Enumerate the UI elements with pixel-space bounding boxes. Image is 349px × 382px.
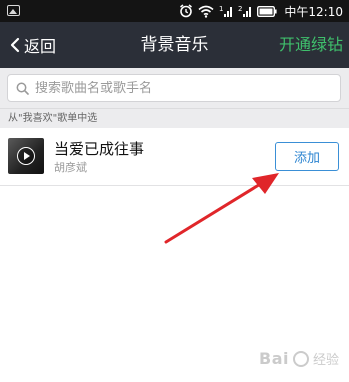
signal-2-icon: 2 (238, 5, 252, 17)
watermark-sub: 经验 (312, 353, 339, 368)
album-cover[interactable] (8, 138, 44, 174)
battery-icon (257, 5, 278, 17)
list-item[interactable]: 当爱已成往事 胡彦斌 添加 (0, 128, 349, 186)
play-icon (17, 147, 35, 165)
wifi-icon (198, 5, 214, 18)
search-input[interactable] (35, 80, 325, 96)
section-header: 从"我喜欢"歌单中选 (0, 108, 349, 128)
status-icons: 1 2 中午12:10 (179, 0, 343, 22)
alarm-icon (180, 4, 193, 18)
search-icon (16, 82, 29, 95)
search-box[interactable] (7, 74, 341, 102)
svg-text:1: 1 (219, 5, 223, 13)
watermark: Bai 经验 (259, 349, 339, 368)
back-button[interactable]: 返回 (10, 22, 56, 68)
paw-icon (292, 350, 309, 367)
chevron-left-icon (10, 37, 20, 53)
open-green-diamond-link[interactable]: 开通绿钻 (279, 22, 343, 68)
gallery-icon (7, 5, 20, 16)
search-area (0, 68, 349, 108)
nav-bar: 返回 背景音乐 开通绿钻 (0, 22, 349, 68)
status-bar: 1 2 中午12:10 (0, 0, 349, 22)
watermark-logo: Bai (259, 349, 289, 368)
status-time: 中午12:10 (284, 4, 343, 19)
add-button[interactable]: 添加 (275, 142, 339, 171)
song-title: 当爱已成往事 (54, 140, 145, 158)
signal-1-icon: 1 (219, 5, 233, 17)
svg-text:2: 2 (238, 5, 242, 13)
back-label: 返回 (24, 37, 57, 56)
song-artist: 胡彦斌 (54, 161, 87, 174)
